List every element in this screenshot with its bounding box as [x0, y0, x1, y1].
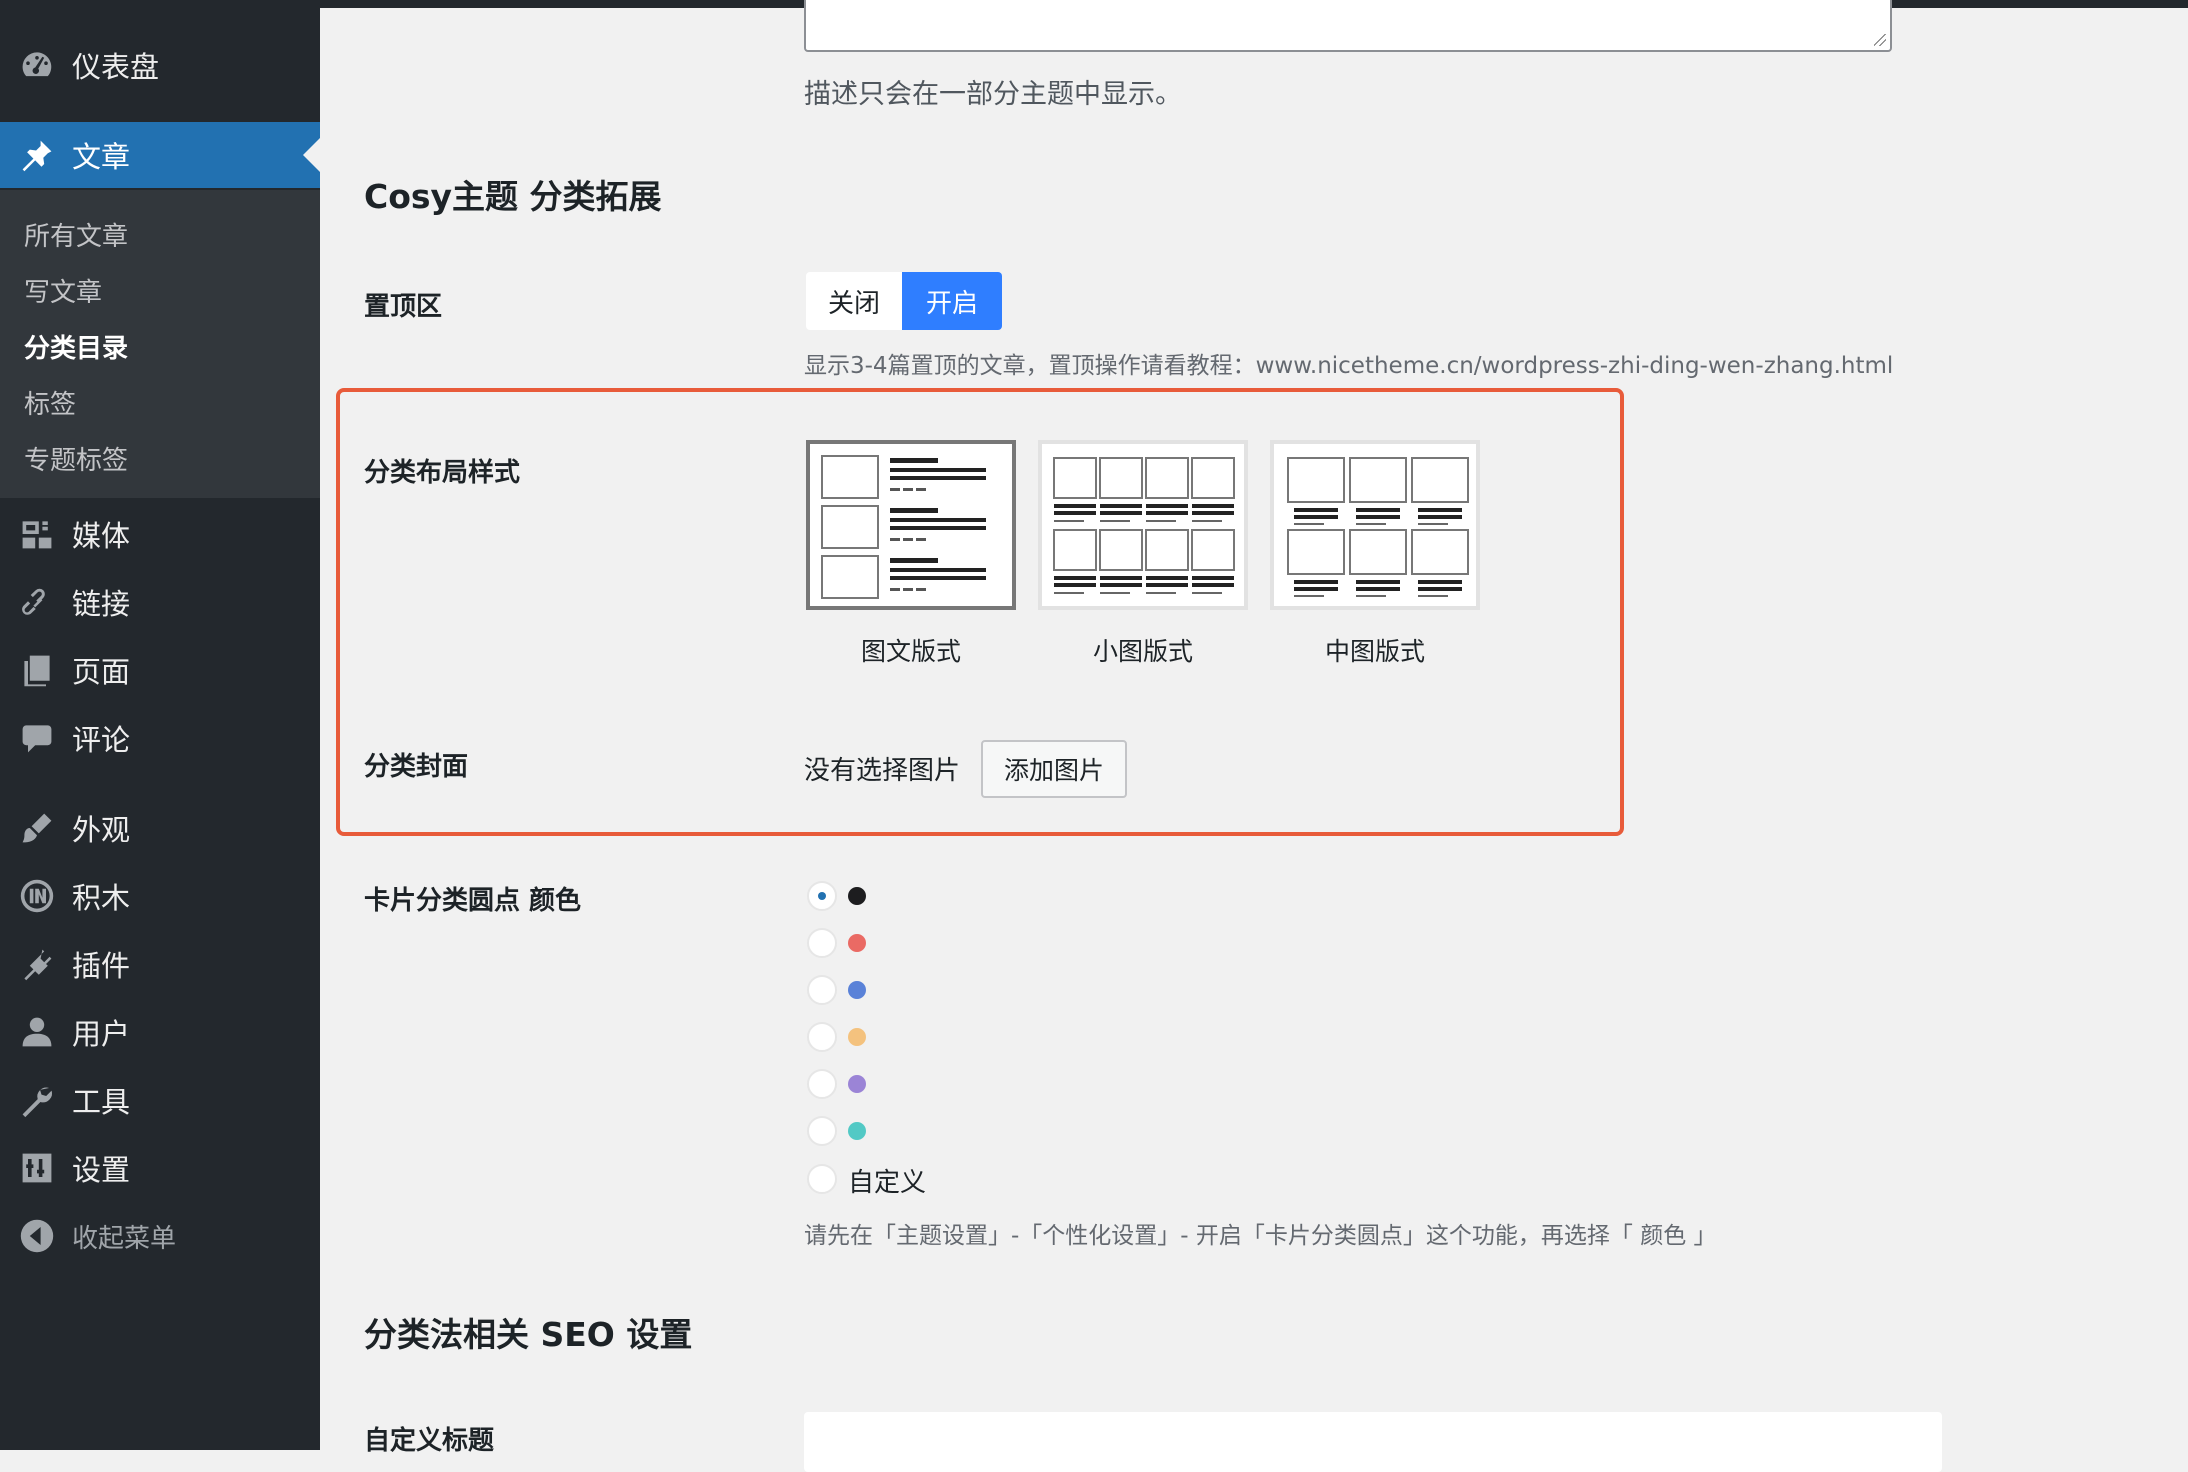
sticky-off-button[interactable]: 关闭 [806, 272, 902, 330]
menu-label: 仪表盘 [72, 50, 160, 84]
color-radio-purple[interactable] [807, 1069, 837, 1099]
color-radio-blue[interactable] [807, 975, 837, 1005]
blocks-icon [18, 877, 56, 915]
menu-item-links[interactable]: 链接 [0, 569, 320, 635]
card-dot-color-label: 卡片分类圆点 颜色 [364, 886, 582, 916]
menu-item-appearance[interactable]: 外观 [0, 795, 320, 861]
comment-icon [18, 719, 56, 757]
color-swatch-red [848, 934, 866, 952]
submenu-item-all-posts[interactable]: 所有文章 [24, 216, 128, 253]
page-icon [18, 651, 56, 689]
menu-label: 文章 [72, 140, 131, 174]
menu-item-comments[interactable]: 评论 [0, 705, 320, 771]
user-icon [18, 1013, 56, 1051]
color-swatch-teal [848, 1122, 866, 1140]
appearance-icon [18, 809, 56, 847]
custom-title-label: 自定义标题 [364, 1426, 495, 1456]
wrench-icon [18, 1081, 56, 1119]
collapse-arrow-icon [18, 1217, 56, 1255]
menu-label: 用户 [72, 1017, 131, 1051]
menu-label: 工具 [72, 1085, 131, 1119]
color-radio-custom[interactable] [807, 1164, 837, 1194]
menu-item-pages[interactable]: 页面 [0, 637, 320, 703]
menu-label: 积木 [72, 881, 131, 915]
menu-item-media[interactable]: 媒体 [0, 501, 320, 567]
seo-section-title: 分类法相关 SEO 设置 [364, 1315, 693, 1354]
plugin-icon [18, 945, 56, 983]
color-swatch-black [848, 887, 866, 905]
menu-label: 评论 [72, 723, 131, 757]
settings-icon [18, 1149, 56, 1187]
layout-caption-medium-image: 中图版式 [1324, 637, 1425, 666]
menu-item-dashboard[interactable]: 仪表盘 [0, 32, 320, 98]
custom-color-label: 自定义 [848, 1168, 927, 1198]
custom-title-input[interactable] [804, 1412, 1942, 1472]
submenu-item-topic-tags[interactable]: 专题标签 [24, 440, 128, 477]
layout-style-label: 分类布局样式 [364, 458, 521, 488]
color-radio-red[interactable] [807, 928, 837, 958]
layout-option-small-image[interactable] [1038, 440, 1248, 610]
description-hint: 描述只会在一部分主题中显示。 [804, 79, 1182, 110]
layout-caption-small-image: 小图版式 [1092, 637, 1193, 666]
menu-label: 媒体 [72, 519, 131, 553]
collapse-menu-label: 收起菜单 [72, 1223, 177, 1254]
menu-item-blocks[interactable]: 积木 [0, 863, 320, 929]
color-radio-black[interactable] [807, 881, 837, 911]
menu-label: 链接 [72, 587, 131, 621]
color-swatch-orange [848, 1028, 866, 1046]
menu-label: 设置 [72, 1153, 131, 1187]
color-radio-orange[interactable] [807, 1022, 837, 1052]
color-radio-teal[interactable] [807, 1116, 837, 1146]
cover-status-text: 没有选择图片 [804, 756, 961, 786]
menu-label: 外观 [72, 813, 131, 847]
cosy-section-title: Cosy主题 分类拓展 [364, 177, 662, 216]
menu-item-settings[interactable]: 设置 [0, 1135, 320, 1201]
link-icon [18, 583, 56, 621]
admin-sidebar: 仪表盘 文章 所有文章 写文章 分类目录 标签 专题标签 媒体 链接 页面 评论… [0, 0, 320, 1450]
cover-label: 分类封面 [364, 752, 469, 782]
menu-item-tools[interactable]: 工具 [0, 1067, 320, 1133]
add-image-button[interactable]: 添加图片 [981, 740, 1127, 798]
small-image-layout-icon [1053, 457, 1235, 594]
menu-item-posts[interactable]: 文章 [0, 122, 320, 188]
submenu-item-tags[interactable]: 标签 [24, 384, 76, 421]
medium-image-layout-icon [1287, 457, 1469, 597]
description-textarea[interactable] [804, 0, 1892, 52]
media-icon [18, 515, 56, 553]
sticky-on-button[interactable]: 开启 [902, 272, 1002, 330]
menu-item-users[interactable]: 用户 [0, 999, 320, 1065]
submenu-item-categories[interactable]: 分类目录 [24, 328, 128, 365]
layout-option-text-image[interactable] [806, 440, 1016, 610]
sticky-label: 置顶区 [364, 292, 443, 322]
pin-icon [18, 136, 56, 174]
submenu-item-new-post[interactable]: 写文章 [24, 272, 102, 309]
dashboard-icon [18, 46, 56, 84]
menu-item-plugins[interactable]: 插件 [0, 931, 320, 997]
posts-submenu: 所有文章 写文章 分类目录 标签 专题标签 [0, 190, 320, 498]
sticky-hint: 显示3-4篇置顶的文章，置顶操作请看教程：www.nicetheme.cn/wo… [804, 353, 1894, 379]
card-dot-color-hint: 请先在「主题设置」-「个性化设置」- 开启「卡片分类圆点」这个功能，再选择「 颜… [804, 1223, 1717, 1249]
collapse-menu-button[interactable]: 收起菜单 [0, 1203, 320, 1269]
text-image-layout-icon [821, 455, 986, 599]
layout-option-medium-image[interactable] [1270, 440, 1480, 610]
menu-label: 页面 [72, 655, 131, 689]
menu-label: 插件 [72, 949, 131, 983]
color-swatch-purple [848, 1075, 866, 1093]
color-swatch-blue [848, 981, 866, 999]
layout-caption-text-image: 图文版式 [860, 637, 961, 666]
